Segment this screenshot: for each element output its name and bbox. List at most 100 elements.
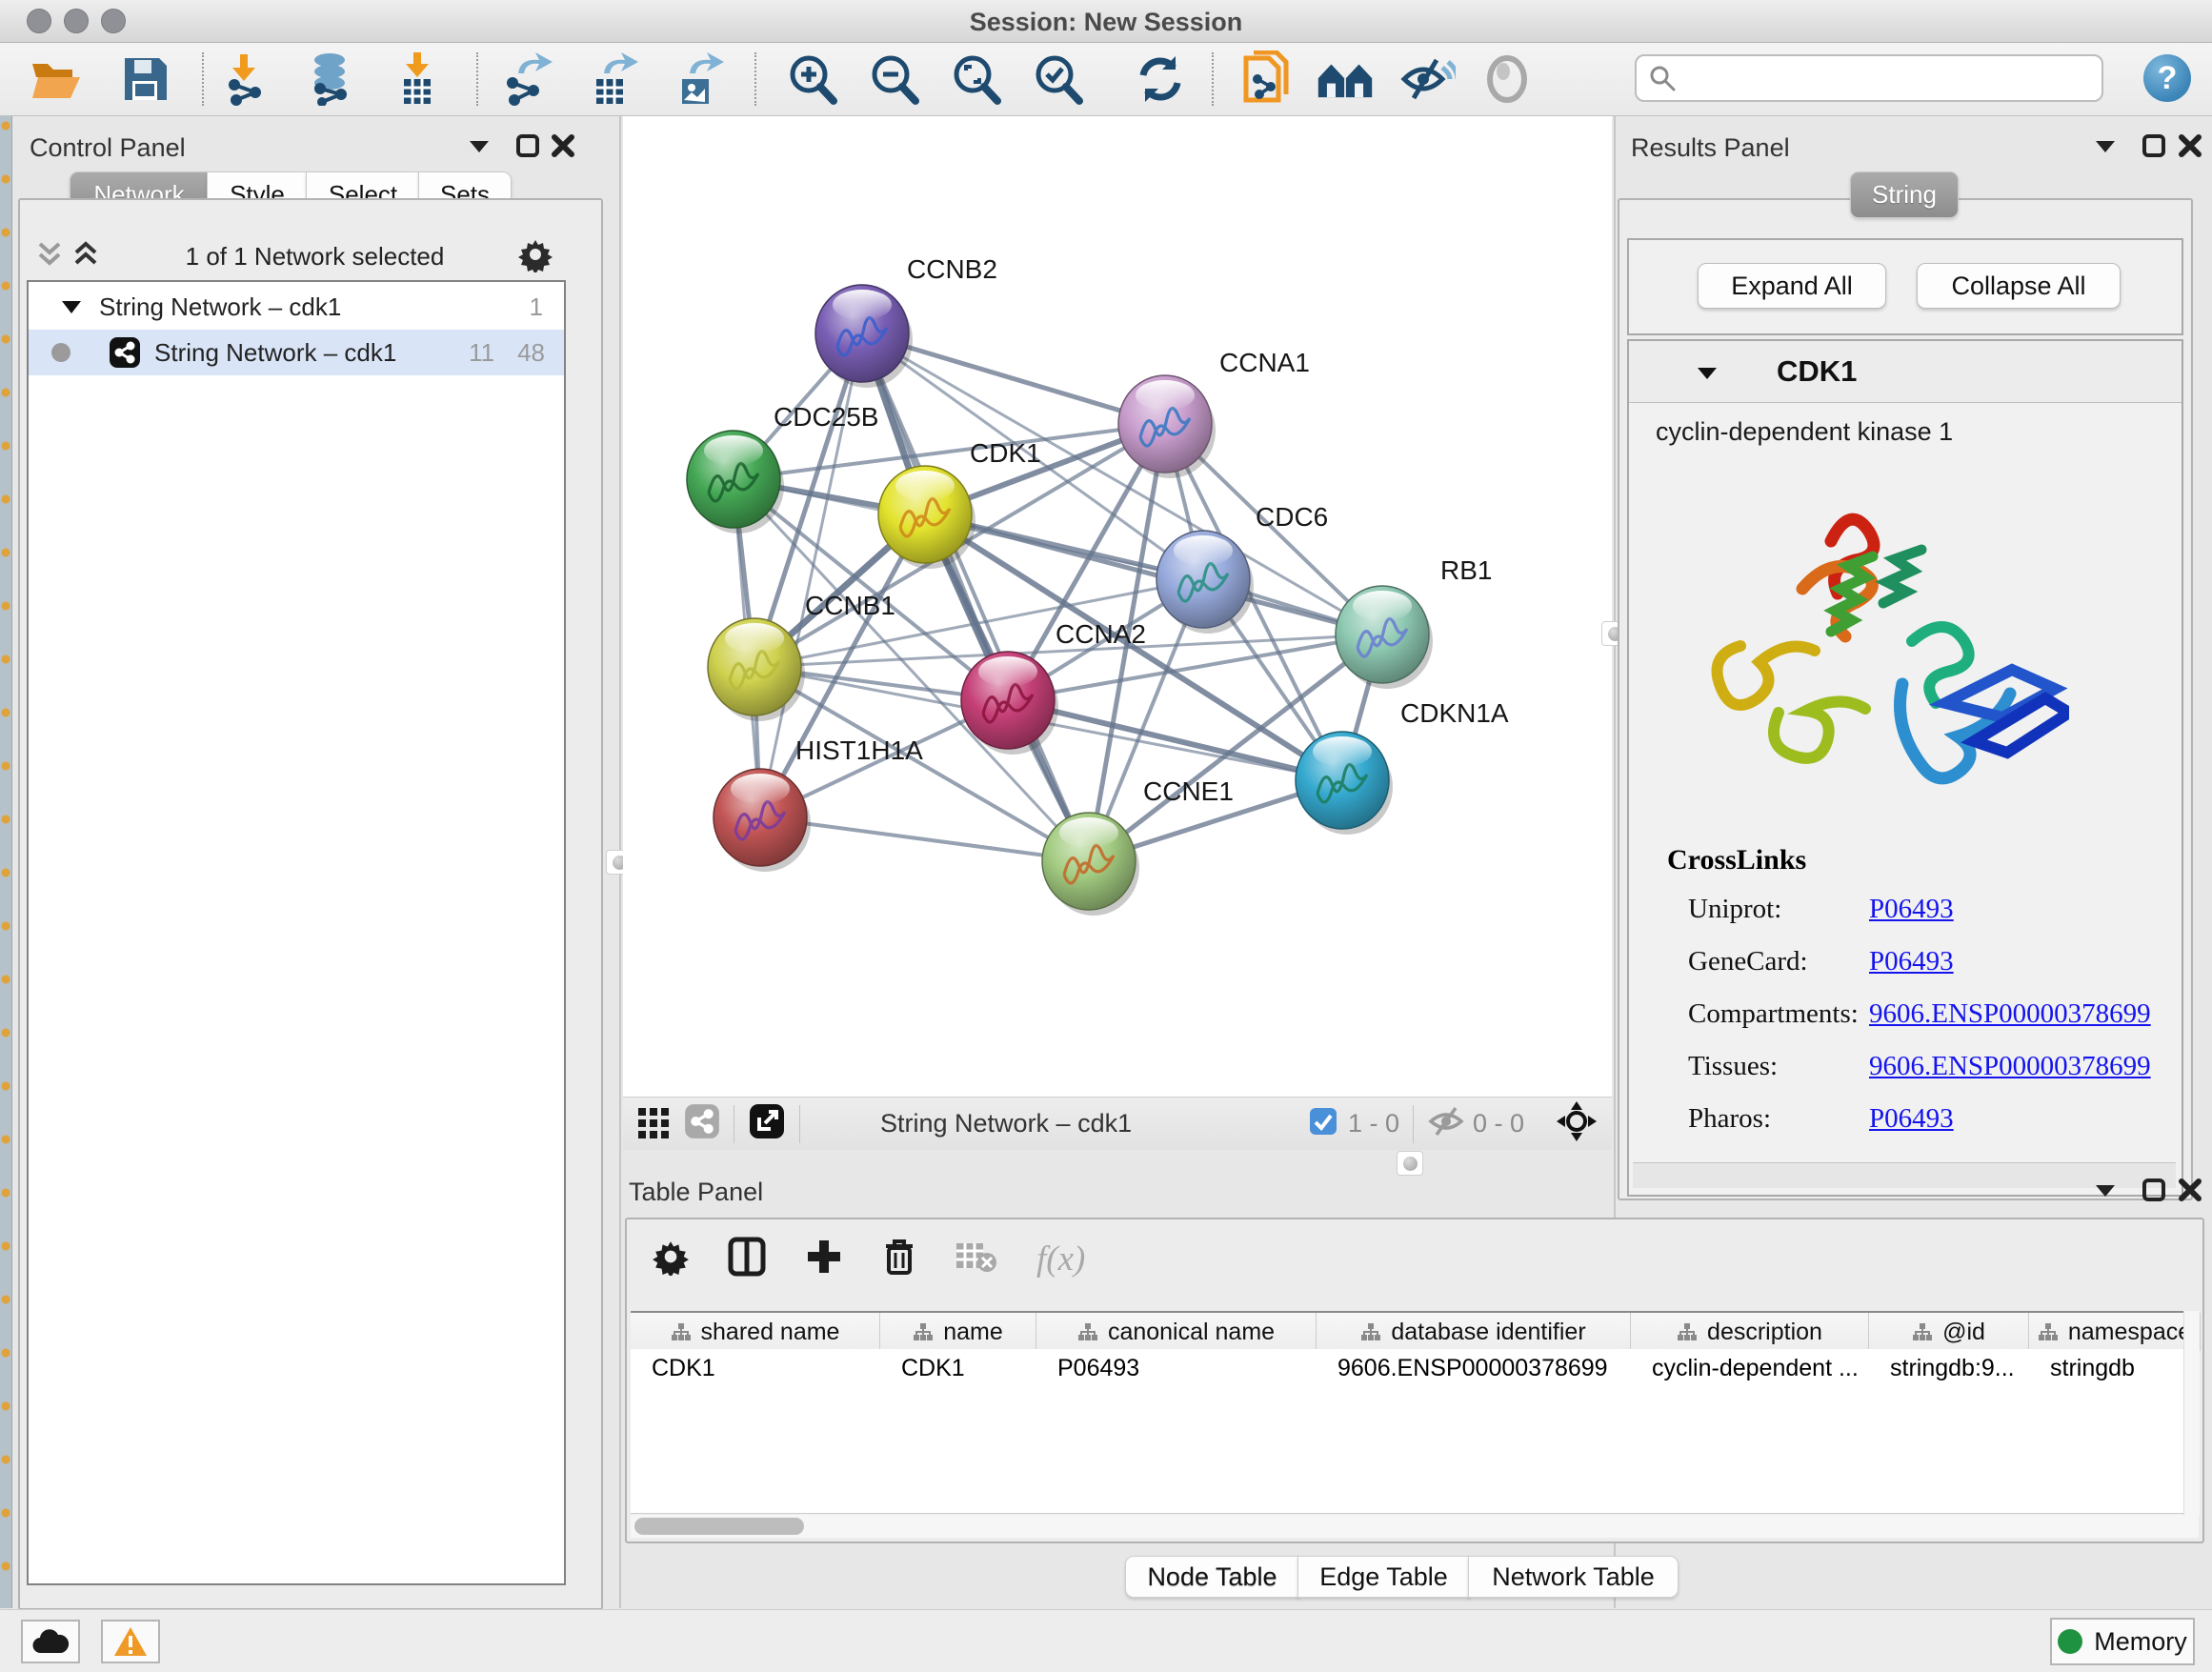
network-collection-row[interactable]: String Network – cdk1 1 — [29, 284, 564, 330]
panel-close-button[interactable] — [2178, 133, 2202, 163]
tissues-link[interactable]: 9606.ENSP00000378699 — [1869, 1051, 2151, 1082]
zoom-fit-button[interactable] — [947, 50, 1004, 108]
network-node-hist1h1a[interactable]: HIST1H1A — [714, 735, 923, 872]
hidden-eye-icon — [1427, 1105, 1465, 1138]
search-input[interactable] — [1635, 54, 2103, 102]
network-from-document-button[interactable] — [1238, 50, 1296, 108]
column-header-database-identifier[interactable]: database identifier — [1317, 1313, 1631, 1351]
homes-button[interactable] — [1317, 50, 1374, 108]
panel-menu-button[interactable] — [2094, 137, 2117, 159]
tab-edge-table[interactable]: Edge Table — [1297, 1556, 1470, 1598]
results-panel-title: Results Panel — [1631, 133, 1790, 163]
table-cell[interactable]: CDK1 — [880, 1349, 1036, 1387]
column-header-shared-name[interactable]: shared name — [631, 1313, 880, 1351]
import-network-button[interactable] — [217, 50, 274, 108]
panel-menu-button[interactable] — [2094, 1181, 2117, 1203]
table-cell[interactable]: 9606.ENSP00000378699 — [1317, 1349, 1631, 1387]
compartments-link[interactable]: 9606.ENSP00000378699 — [1869, 998, 2151, 1030]
column-header-canonical-name[interactable]: canonical name — [1036, 1313, 1317, 1351]
collection-label: String Network – cdk1 — [99, 292, 341, 322]
network-node-ccnb1[interactable]: CCNB1 — [708, 591, 895, 721]
column-header-label: namespace — [2068, 1319, 2191, 1346]
panel-float-button[interactable] — [515, 133, 540, 163]
open-session-button[interactable] — [27, 50, 84, 108]
collapse-all-button[interactable]: Collapse All — [1917, 263, 2121, 309]
column-header-description[interactable]: description — [1631, 1313, 1869, 1351]
panel-close-button[interactable] — [551, 133, 575, 163]
function-builder-button[interactable]: f(x) — [1036, 1239, 1085, 1279]
import-database-button[interactable] — [301, 50, 358, 108]
hidden-count: 0 - 0 — [1473, 1109, 1524, 1138]
help-button[interactable]: ? — [2143, 54, 2191, 102]
network-share-icon — [109, 336, 141, 369]
network-canvas[interactable]: CCNB2CCNA1CDC25BCDK1CDC6RB1CCNB1CCNA2CDK… — [623, 116, 1612, 1097]
hide-panels-button[interactable] — [1398, 50, 1456, 108]
column-header-label: name — [943, 1319, 1003, 1346]
column-header-name[interactable]: name — [880, 1313, 1036, 1351]
column-header-namespace[interactable]: namespace — [2029, 1313, 2201, 1351]
table-data-row[interactable]: CDK1CDK1P064939606.ENSP00000378699cyclin… — [631, 1349, 2199, 1387]
zoom-in-button[interactable] — [783, 50, 840, 108]
table-cell[interactable]: stringdb — [2029, 1349, 2201, 1387]
panel-close-button[interactable] — [2178, 1178, 2202, 1207]
network-node-ccna1[interactable]: CCNA1 — [1118, 348, 1310, 478]
zoom-out-button[interactable] — [865, 50, 922, 108]
detach-view-button[interactable] — [748, 1102, 786, 1145]
panel-float-button[interactable] — [2142, 133, 2166, 163]
table-cell[interactable]: stringdb:9... — [1869, 1349, 2029, 1387]
network-row[interactable]: String Network – cdk1 11 48 — [29, 330, 564, 375]
uniprot-link[interactable]: P06493 — [1869, 894, 1954, 925]
export-table-button[interactable] — [583, 50, 640, 108]
grid-view-button[interactable] — [636, 1104, 671, 1143]
table-cell[interactable]: CDK1 — [631, 1349, 880, 1387]
protein-section-header[interactable]: CDK1 — [1629, 341, 2182, 403]
close-icon — [2178, 1178, 2202, 1202]
table-cell[interactable]: P06493 — [1036, 1349, 1317, 1387]
table-cell[interactable]: cyclin-dependent ... — [1631, 1349, 1869, 1387]
delete-table-button[interactable] — [955, 1239, 998, 1279]
birdseye-toggle-button[interactable] — [1557, 1101, 1597, 1146]
viewbar-separator — [799, 1105, 800, 1143]
external-link-icon — [748, 1102, 786, 1140]
network-node-cdkn1a[interactable]: CDKN1A — [1296, 698, 1509, 835]
export-network-button[interactable] — [497, 50, 554, 108]
protein-section: CDK1 cyclin-dependent kinase 1 CrossLink… — [1627, 339, 2183, 1197]
warnings-button[interactable] — [101, 1620, 160, 1663]
column-header-label: database identifier — [1391, 1319, 1585, 1346]
tab-network-table[interactable]: Network Table — [1468, 1556, 1679, 1598]
viewbar-separator — [1413, 1105, 1414, 1143]
network-edge[interactable] — [925, 514, 1382, 635]
memory-button[interactable]: Memory — [2050, 1618, 2195, 1665]
save-session-button[interactable] — [116, 50, 173, 108]
pharos-link[interactable]: P06493 — [1869, 1103, 1954, 1135]
table-settings-button[interactable] — [652, 1238, 690, 1280]
scrollbar-thumb[interactable] — [634, 1518, 804, 1535]
cloud-status-button[interactable] — [21, 1620, 80, 1663]
network-node-rb1[interactable]: RB1 — [1336, 555, 1492, 689]
table-vscrollbar[interactable] — [2183, 1311, 2200, 1515]
add-column-button[interactable] — [804, 1237, 844, 1281]
network-view-share-button[interactable] — [684, 1103, 720, 1144]
selected-checkbox[interactable] — [1308, 1106, 1338, 1141]
genecard-link[interactable]: P06493 — [1869, 946, 1954, 977]
section-expanded-icon — [1696, 364, 1719, 381]
panel-float-button[interactable] — [2142, 1178, 2166, 1207]
table-hscrollbar[interactable] — [631, 1515, 2199, 1538]
delete-column-button[interactable] — [882, 1237, 916, 1281]
export-image-button[interactable] — [669, 50, 726, 108]
network-options-button[interactable] — [517, 236, 553, 277]
tab-string[interactable]: String — [1850, 171, 1959, 218]
tab-node-table[interactable]: Node Table — [1125, 1556, 1299, 1598]
close-icon — [2178, 133, 2202, 158]
panel-menu-button[interactable] — [468, 137, 491, 159]
zoom-selected-button[interactable] — [1029, 50, 1086, 108]
network-node-cdc25b[interactable]: CDC25B — [687, 402, 878, 534]
gray-eye-icon — [1480, 54, 1534, 104]
show-panels-button[interactable] — [1478, 50, 1536, 108]
import-table-button[interactable] — [389, 50, 446, 108]
show-columns-button[interactable] — [728, 1237, 766, 1281]
column-header--id[interactable]: @id — [1869, 1313, 2029, 1351]
expand-all-button[interactable]: Expand All — [1698, 263, 1886, 309]
refresh-layout-button[interactable] — [1132, 50, 1189, 108]
chevron-down-icon — [2094, 1181, 2117, 1199]
